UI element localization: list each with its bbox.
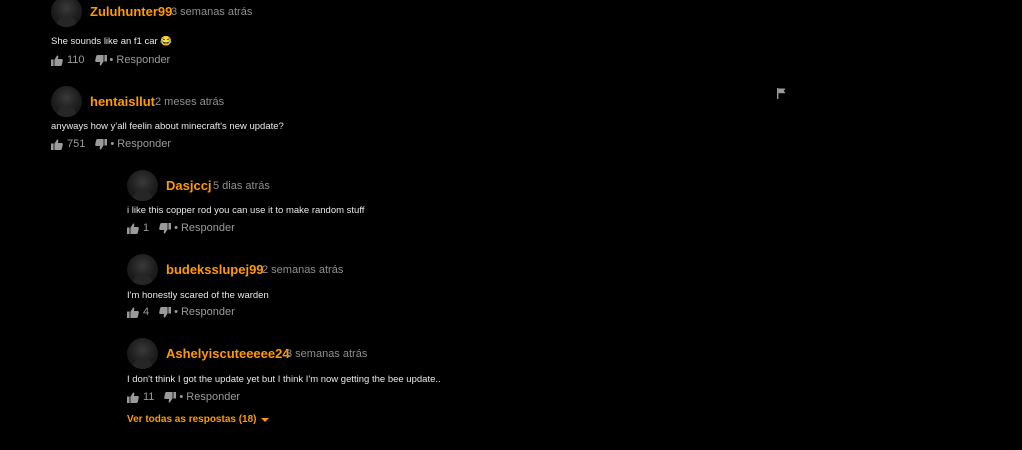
thumbs-up-icon[interactable] <box>127 307 139 318</box>
comment-text: i like this copper rod you can use it to… <box>127 205 365 216</box>
comment-username[interactable]: Zuluhunter99 <box>90 4 172 19</box>
avatar[interactable] <box>51 86 82 117</box>
thumbs-up-icon[interactable] <box>127 392 139 403</box>
comment-username[interactable]: Ashelyiscuteeeee24 <box>166 346 290 361</box>
comment-actions: 110 • Responder <box>51 53 170 67</box>
flag-icon[interactable] <box>777 86 786 104</box>
avatar[interactable] <box>127 170 158 201</box>
separator-dot: • <box>109 54 114 66</box>
separator-dot: • <box>174 306 178 318</box>
thumbs-down-icon[interactable] <box>95 138 108 150</box>
thumbs-up-icon[interactable] <box>51 139 63 150</box>
like-count: 4 <box>143 306 150 318</box>
comment-timestamp: 2 semanas atrás <box>262 264 344 276</box>
comment-text: I'm honestly scared of the warden <box>127 290 269 301</box>
like-count: 751 <box>67 138 86 150</box>
like-count: 11 <box>143 391 155 403</box>
comments-section: Zuluhunter99 3 semanas atrás She sounds … <box>0 0 1022 450</box>
thumbs-up-icon[interactable] <box>127 223 139 234</box>
like-count: 1 <box>143 222 150 234</box>
separator-dot: • <box>179 391 184 403</box>
comment-actions: 4 • Responder <box>127 305 235 319</box>
avatar[interactable] <box>51 0 82 27</box>
thumbs-down-icon[interactable] <box>159 306 172 318</box>
reply-button[interactable]: Responder <box>181 222 235 234</box>
separator-dot: • <box>110 138 115 150</box>
view-replies-label: Ver todas as respostas (18) <box>127 414 257 425</box>
comment-actions: 751 • Responder <box>51 137 171 151</box>
reply-button[interactable]: Responder <box>186 391 240 403</box>
comment-text: She sounds like an f1 car 😂 <box>51 36 173 47</box>
thumbs-down-icon[interactable] <box>164 391 177 403</box>
separator-dot: • <box>174 222 178 234</box>
avatar[interactable] <box>127 338 158 369</box>
thumbs-down-icon[interactable] <box>159 222 172 234</box>
thumbs-up-icon[interactable] <box>51 55 63 66</box>
comment-timestamp: 2 meses atrás <box>155 96 225 108</box>
like-count: 110 <box>67 54 85 66</box>
thumbs-down-icon[interactable] <box>94 54 107 66</box>
comment-username[interactable]: budeksslupej99 <box>166 262 264 277</box>
comment-username[interactable]: Dasjccj <box>166 178 212 193</box>
reply-button[interactable]: Responder <box>117 138 171 150</box>
comment-actions: 11 • Responder <box>127 390 240 404</box>
comment-timestamp: 3 semanas atrás <box>171 6 253 18</box>
comment-actions: 1 • Responder <box>127 221 235 235</box>
avatar[interactable] <box>127 254 158 285</box>
reply-button[interactable]: Responder <box>181 306 235 318</box>
comment-timestamp: 5 dias atrás <box>213 180 270 192</box>
reply-button[interactable]: Responder <box>116 54 170 66</box>
comment-timestamp: 3 semanas atrás <box>286 348 368 360</box>
comment-text: I don't think I got the update yet but I… <box>127 374 441 385</box>
chevron-down-icon <box>260 418 269 422</box>
view-all-replies-link[interactable]: Ver todas as respostas (18) <box>127 414 269 425</box>
comment-text: anyways how y'all feelin about minecraft… <box>51 121 284 132</box>
comment-username[interactable]: hentaisllut <box>90 94 155 109</box>
